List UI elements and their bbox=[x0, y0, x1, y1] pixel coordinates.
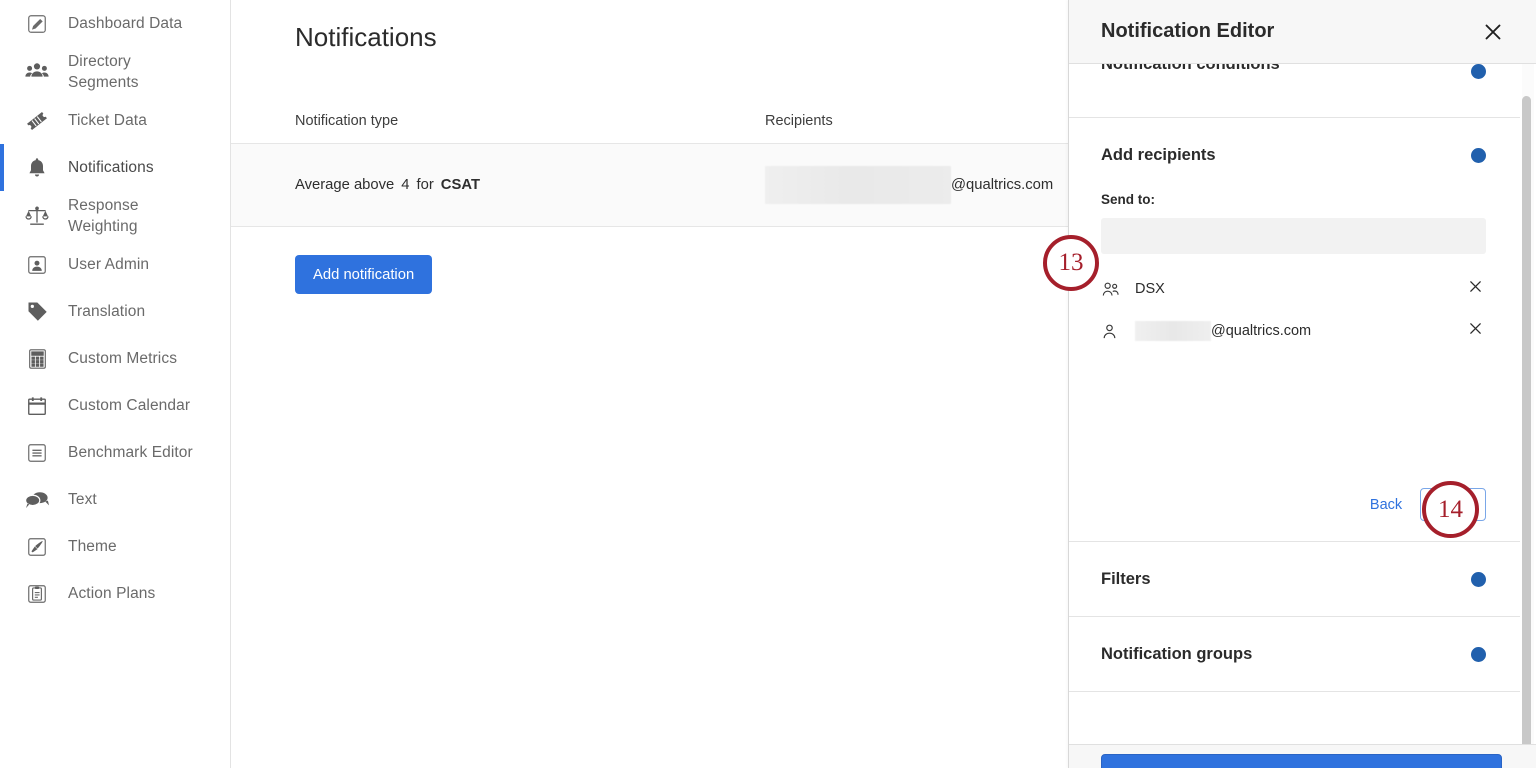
recipient-domain: @qualtrics.com bbox=[1211, 323, 1311, 339]
status-dot bbox=[1471, 572, 1486, 587]
section-notification-conditions: Notification conditions bbox=[1069, 64, 1520, 118]
speech-bubbles-icon bbox=[24, 487, 50, 513]
remove-recipient-icon[interactable] bbox=[1464, 321, 1486, 341]
condition-prefix: Average above bbox=[295, 177, 394, 193]
section-header-add-recipients[interactable]: Add recipients bbox=[1069, 118, 1520, 192]
cell-notification-type: Average above 4 for CSAT bbox=[295, 177, 765, 193]
sidebar-item-label: Custom Metrics bbox=[68, 348, 177, 369]
condition-middle: for bbox=[417, 177, 434, 193]
panel-header: Notification Editor bbox=[1069, 0, 1536, 64]
sidebar-item-custom-metrics[interactable]: Custom Metrics bbox=[0, 335, 230, 382]
user-card-icon bbox=[24, 252, 50, 278]
panel-scrollbar-track[interactable] bbox=[1522, 64, 1534, 744]
section-title: Notification conditions bbox=[1101, 64, 1280, 74]
redacted-email-local-part bbox=[1135, 321, 1211, 341]
sidebar-item-label: Dashboard Data bbox=[68, 13, 182, 34]
condition-value: 4 bbox=[401, 177, 409, 193]
recipient-name: @qualtrics.com bbox=[1135, 321, 1464, 341]
person-icon bbox=[1101, 323, 1135, 340]
sidebar-item-action-plans[interactable]: Action Plans bbox=[0, 570, 230, 617]
sidebar-item-label: Notifications bbox=[68, 157, 154, 178]
recipients-list: DSX bbox=[1101, 268, 1486, 352]
back-link[interactable]: Back bbox=[1370, 497, 1402, 513]
sidebar-item-text[interactable]: Text bbox=[0, 476, 230, 523]
sidebar-item-label: Ticket Data bbox=[68, 110, 147, 131]
sidebar-item-label: User Admin bbox=[68, 254, 149, 275]
section-header-filters[interactable]: Filters bbox=[1069, 542, 1520, 616]
list-box-icon bbox=[24, 440, 50, 466]
sidebar-item-user-admin[interactable]: User Admin bbox=[0, 241, 230, 288]
sidebar-item-directory-segments[interactable]: Directory Segments bbox=[0, 47, 230, 97]
panel-save-button[interactable] bbox=[1101, 754, 1502, 768]
recipient-row-group: DSX bbox=[1101, 268, 1486, 310]
section-title: Notification groups bbox=[1101, 645, 1252, 664]
remove-recipient-icon[interactable] bbox=[1464, 279, 1486, 299]
sidebar-item-custom-calendar[interactable]: Custom Calendar bbox=[0, 382, 230, 429]
status-dot bbox=[1471, 64, 1486, 79]
send-to-label: Send to: bbox=[1101, 192, 1486, 207]
panel-footer bbox=[1069, 744, 1536, 768]
sidebar-item-response-weighting[interactable]: Response Weighting bbox=[0, 191, 230, 241]
redacted-email-local-part bbox=[765, 166, 951, 204]
tag-icon bbox=[24, 299, 50, 325]
calculator-icon bbox=[24, 346, 50, 372]
recipient-row-person: @qualtrics.com bbox=[1101, 310, 1486, 352]
annotation-badge-14: 14 bbox=[1422, 481, 1479, 538]
status-dot bbox=[1471, 148, 1486, 163]
scales-icon bbox=[24, 203, 50, 229]
people-group-icon bbox=[1101, 281, 1135, 298]
section-header-notification-groups[interactable]: Notification groups bbox=[1069, 617, 1520, 691]
sidebar: Dashboard Data Directory Segments bbox=[0, 0, 231, 768]
recipient-name: DSX bbox=[1135, 281, 1464, 297]
sidebar-item-label: Translation bbox=[68, 301, 145, 322]
calendar-icon bbox=[24, 393, 50, 419]
section-filters: Filters bbox=[1069, 542, 1520, 617]
sidebar-item-notifications[interactable]: Notifications bbox=[0, 144, 230, 191]
clipboard-icon bbox=[24, 581, 50, 607]
sidebar-item-label: Response Weighting bbox=[68, 195, 188, 237]
sidebar-item-label: Custom Calendar bbox=[68, 395, 190, 416]
sidebar-item-translation[interactable]: Translation bbox=[0, 288, 230, 335]
section-title: Filters bbox=[1101, 570, 1151, 589]
section-notification-groups: Notification groups bbox=[1069, 617, 1520, 692]
section-header-notification-conditions[interactable]: Notification conditions bbox=[1069, 64, 1520, 117]
app-root: Dashboard Data Directory Segments bbox=[0, 0, 1536, 768]
sidebar-item-ticket-data[interactable]: Ticket Data bbox=[0, 97, 230, 144]
notification-editor-panel: Notification Editor Notification conditi… bbox=[1068, 0, 1536, 768]
sidebar-item-theme[interactable]: Theme bbox=[0, 523, 230, 570]
bell-icon bbox=[24, 155, 50, 181]
panel-title: Notification Editor bbox=[1101, 20, 1274, 43]
sidebar-item-dashboard-data[interactable]: Dashboard Data bbox=[0, 0, 230, 47]
column-header-notification-type: Notification type bbox=[295, 113, 765, 129]
sidebar-item-label: Benchmark Editor bbox=[68, 442, 193, 463]
sidebar-item-label: Directory Segments bbox=[68, 51, 188, 93]
pencil-square-icon bbox=[24, 11, 50, 37]
condition-metric: CSAT bbox=[441, 177, 480, 193]
sidebar-item-label: Action Plans bbox=[68, 583, 155, 604]
people-group-icon bbox=[24, 59, 50, 85]
send-to-input[interactable] bbox=[1101, 218, 1486, 254]
section-title: Add recipients bbox=[1101, 146, 1216, 165]
section-add-recipients: Add recipients Send to: bbox=[1069, 118, 1520, 542]
status-dot bbox=[1471, 647, 1486, 662]
sidebar-item-benchmark-editor[interactable]: Benchmark Editor bbox=[0, 429, 230, 476]
sidebar-item-label: Theme bbox=[68, 536, 117, 557]
close-icon[interactable] bbox=[1480, 19, 1506, 45]
sidebar-item-label: Text bbox=[68, 489, 97, 510]
add-notification-button[interactable]: Add notification bbox=[295, 255, 432, 294]
panel-body: Notification conditions Add recipients S… bbox=[1069, 64, 1536, 744]
panel-scrollbar-thumb[interactable] bbox=[1522, 96, 1531, 744]
ticket-icon bbox=[24, 108, 50, 134]
paintbrush-icon bbox=[24, 534, 50, 560]
recipient-domain: @qualtrics.com bbox=[951, 177, 1053, 193]
annotation-badge-13: 13 bbox=[1043, 235, 1099, 291]
